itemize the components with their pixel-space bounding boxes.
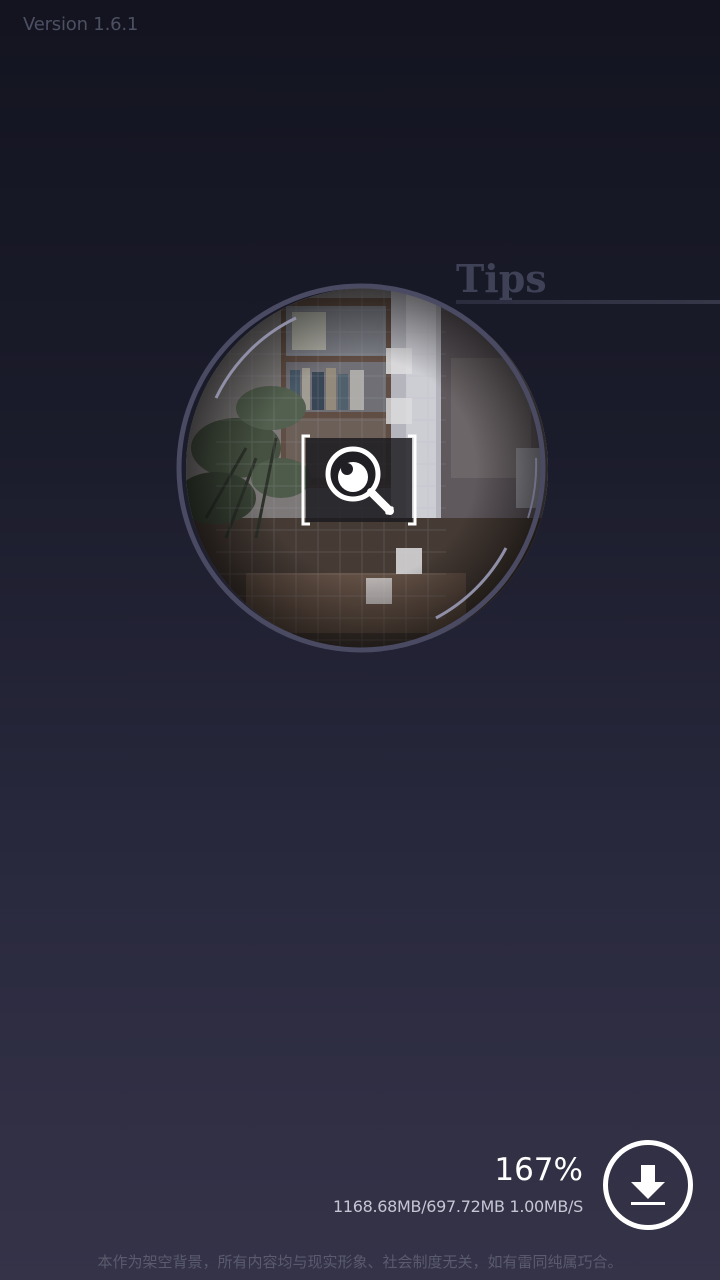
progress-percent: 167% xyxy=(494,1152,583,1188)
magnifier-icon xyxy=(301,434,417,526)
download-size-info: 1168.68MB/697.72MB 1.00MB/S xyxy=(332,1197,583,1216)
download-button[interactable] xyxy=(603,1140,693,1230)
version-label: Version 1.6.1 xyxy=(23,14,139,35)
download-icon xyxy=(631,1165,665,1205)
disclaimer-text: 本作为架空背景，所有内容均与现实形象、社会制度无关，如有雷同纯属巧合。 xyxy=(97,1253,623,1271)
